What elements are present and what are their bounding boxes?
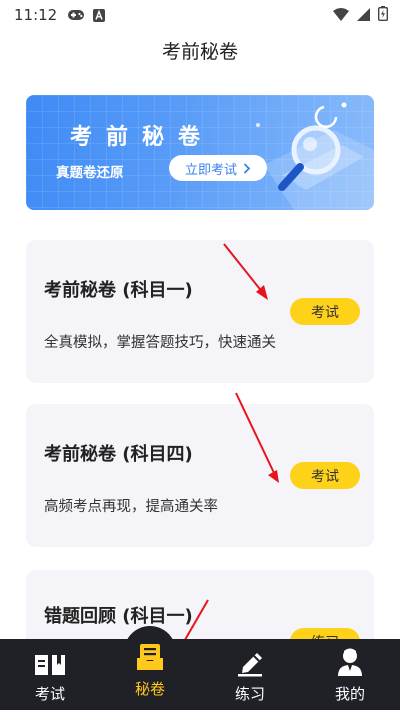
status-bar: 11:12 <box>0 0 400 30</box>
signal-icon <box>357 6 370 25</box>
gamepad-icon <box>67 9 85 21</box>
card-title: 考前秘卷 (科目四) <box>44 444 193 465</box>
tab-label: 练习 <box>234 685 265 703</box>
exam-card-subject-four[interactable]: 考前秘卷 (科目四) 高频考点再现，提高通关率 考试 <box>26 404 374 547</box>
promo-banner[interactable]: 考前秘卷 真题卷还原 立即考试 <box>26 95 374 210</box>
banner-title: 考前秘卷 <box>70 125 215 150</box>
tab-practice[interactable]: 练习 <box>200 641 300 707</box>
profile-icon <box>336 641 364 677</box>
exam-button[interactable]: 考试 <box>290 298 360 325</box>
tab-label: 考试 <box>34 685 65 703</box>
start-exam-label: 立即考试 <box>184 162 237 178</box>
chevron-right-icon <box>243 162 251 174</box>
paper-tray-icon <box>136 636 164 672</box>
card-title: 错题回顾 (科目一) <box>44 606 193 627</box>
pencil-icon <box>235 641 265 677</box>
card-description: 高频考点再现，提高通关率 <box>44 499 218 515</box>
wifi-icon <box>333 6 349 25</box>
status-time: 11:12 <box>14 6 58 24</box>
battery-icon <box>377 5 389 25</box>
card-description: 全真模拟，掌握答题技巧，快速通关 <box>44 335 276 351</box>
exam-button[interactable]: 考试 <box>290 462 360 489</box>
page-title: 考前秘卷 <box>161 41 238 63</box>
exam-card-subject-one[interactable]: 考前秘卷 (科目一) 全真模拟，掌握答题技巧，快速通关 考试 <box>26 240 374 383</box>
card-title: 考前秘卷 (科目一) <box>44 280 193 301</box>
tab-label: 秘卷 <box>134 680 165 698</box>
tab-exam[interactable]: 考试 <box>0 641 100 707</box>
tab-profile[interactable]: 我的 <box>300 641 400 707</box>
start-exam-button[interactable]: 立即考试 <box>169 155 267 181</box>
magnifier-illustration <box>256 102 374 210</box>
book-icon <box>33 641 67 677</box>
tab-secret-papers[interactable]: 秘卷 <box>100 636 200 702</box>
banner-subtitle: 真题卷还原 <box>56 165 124 181</box>
a-notification-icon <box>93 8 106 22</box>
tab-label: 我的 <box>334 685 365 703</box>
